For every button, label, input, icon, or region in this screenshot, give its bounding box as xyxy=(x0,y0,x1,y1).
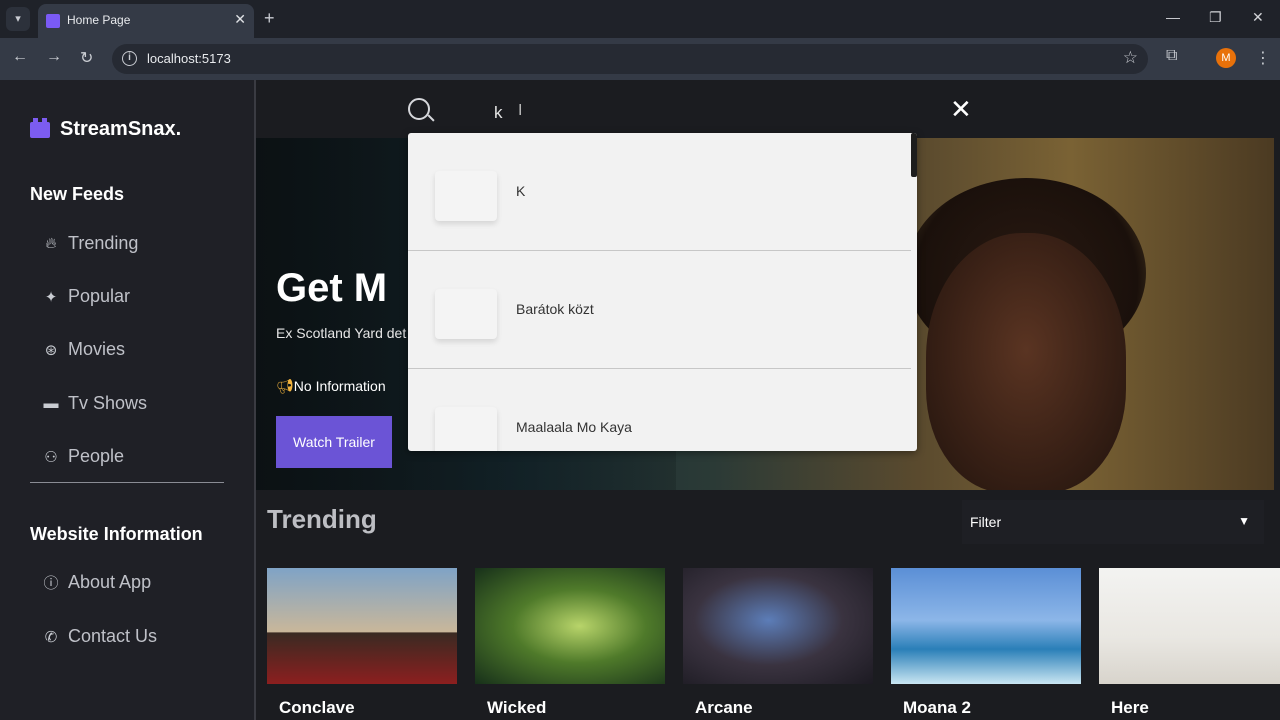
back-arrow-icon[interactable]: ← xyxy=(12,48,28,66)
result-title: Barátok közt xyxy=(516,301,594,317)
movie-title: Wicked xyxy=(487,698,547,717)
minimize-icon[interactable]: — xyxy=(1166,9,1180,25)
tab-search-chevron-icon[interactable]: ▾ xyxy=(6,7,30,31)
profile-avatar[interactable]: M xyxy=(1216,48,1236,68)
site-info-icon[interactable]: i xyxy=(122,51,137,66)
extensions-puzzle-icon[interactable]: ⧉ xyxy=(1166,47,1177,65)
bookmark-star-icon[interactable]: ☆ xyxy=(1123,48,1138,68)
results-scrollbar[interactable] xyxy=(911,133,917,177)
result-thumbnail xyxy=(435,171,497,221)
sidebar-item-label: Contact Us xyxy=(68,626,158,646)
sidebar-item-people[interactable]: ⚇ People xyxy=(40,446,124,467)
megaphone-icon: 📢︎ xyxy=(276,378,294,394)
movie-card[interactable]: Here xyxy=(1099,568,1280,720)
movie-card[interactable]: Moana 2 xyxy=(891,568,1081,720)
sidebar-item-tv-shows[interactable]: ▬ Tv Shows xyxy=(40,393,148,414)
browser-menu-icon[interactable]: ⋮ xyxy=(1255,48,1271,68)
phone-icon: ✆ xyxy=(44,628,58,646)
movie-title: Here xyxy=(1111,698,1149,717)
search-input[interactable] xyxy=(494,100,914,126)
browser-address-bar: ← → ↻ i localhost:5173 ☆ ⧉ M ⋮ xyxy=(0,38,1280,80)
sidebar-item-label: People xyxy=(68,446,125,466)
new-tab-plus-icon[interactable]: + xyxy=(264,8,275,29)
search-results-dropdown[interactable]: K Barátok közt Maalaala Mo Kaya xyxy=(408,133,917,451)
result-thumbnail xyxy=(435,407,497,451)
url-text: localhost:5173 xyxy=(147,51,231,66)
movie-card[interactable]: Arcane xyxy=(683,568,873,720)
movie-poster xyxy=(1099,568,1280,684)
sidebar-item-label: Movies xyxy=(68,339,126,359)
sidebar-item-contact-us[interactable]: ✆ Contact Us xyxy=(40,626,157,647)
tv-logo-icon xyxy=(30,117,50,138)
close-search-icon[interactable]: ✕ xyxy=(950,94,972,125)
movie-poster xyxy=(475,568,665,684)
hero-face-image xyxy=(926,233,1126,490)
favicon-icon xyxy=(46,14,60,28)
search-result-item[interactable]: Maalaala Mo Kaya xyxy=(408,369,911,451)
dropdown-arrow-icon: ▼ xyxy=(1238,514,1250,528)
logo-text: StreamSnax. xyxy=(60,118,182,140)
trending-section-title: Trending xyxy=(267,504,377,534)
sidebar-item-movies[interactable]: ⊛ Movies xyxy=(40,339,125,360)
main-content: Get M Ex Scotland Yard det work missing … xyxy=(256,80,1280,720)
hero-info: 📢︎No Information xyxy=(276,378,386,395)
flame-icon: 🔥︎ xyxy=(45,235,57,252)
sidebar-item-about-app[interactable]: ⓘ About App xyxy=(40,572,151,593)
text-cursor-icon: I xyxy=(518,102,523,119)
search-icon[interactable] xyxy=(408,98,430,120)
search-result-item[interactable]: Barátok közt xyxy=(408,251,911,369)
movie-title: Arcane xyxy=(695,698,753,717)
section-title-website-information: Website Information xyxy=(30,524,203,544)
people-icon: ⚇ xyxy=(44,448,58,466)
sidebar: StreamSnax. New Feeds 🔥︎ Trending ✦ Popu… xyxy=(0,80,256,720)
tab-title: Home Page xyxy=(67,13,131,27)
tab-close-icon[interactable]: ✕ xyxy=(234,11,246,28)
sidebar-divider xyxy=(30,482,224,483)
hero-title: Get M xyxy=(276,266,388,310)
filter-select[interactable]: Filter ▼ xyxy=(962,500,1264,544)
movie-title: Moana 2 xyxy=(903,698,972,717)
forward-arrow-icon[interactable]: → xyxy=(46,48,62,66)
sidebar-item-popular[interactable]: ✦ Popular xyxy=(40,286,130,307)
movie-poster xyxy=(267,568,457,684)
movie-poster xyxy=(683,568,873,684)
restore-icon[interactable]: ❐ xyxy=(1209,9,1222,26)
sidebar-item-trending[interactable]: 🔥︎ Trending xyxy=(40,233,138,254)
browser-tab-bar: ▾ Home Page ✕ + — ❐ ✕ xyxy=(0,0,1280,38)
sidebar-item-label: Tv Shows xyxy=(68,393,148,413)
sidebar-item-label: Popular xyxy=(68,286,131,306)
section-title-new-feeds: New Feeds xyxy=(30,184,125,204)
film-reel-icon: ⊛ xyxy=(44,341,58,359)
url-omnibox[interactable]: i localhost:5173 ☆ xyxy=(112,44,1148,74)
movie-poster xyxy=(891,568,1081,684)
filter-label: Filter xyxy=(970,514,1002,530)
watch-trailer-button[interactable]: Watch Trailer xyxy=(276,416,392,468)
info-icon: ⓘ xyxy=(43,575,59,592)
result-title: Maalaala Mo Kaya xyxy=(516,419,632,435)
search-result-item[interactable]: K xyxy=(408,133,911,251)
logo[interactable]: StreamSnax. xyxy=(30,117,182,141)
browser-tab-home[interactable]: Home Page ✕ xyxy=(38,4,254,38)
reload-icon[interactable]: ↻ xyxy=(80,48,93,68)
movie-card[interactable]: Wicked xyxy=(475,568,665,720)
hero-info-text: No Information xyxy=(293,378,386,394)
movie-title: Conclave xyxy=(279,698,355,717)
movie-card[interactable]: Conclave xyxy=(267,568,457,720)
sparkle-icon: ✦ xyxy=(44,288,58,306)
result-title: K xyxy=(516,183,526,199)
tv-icon: ▬ xyxy=(43,395,59,412)
result-thumbnail xyxy=(435,289,497,339)
sidebar-item-label: Trending xyxy=(68,233,139,253)
window-close-icon[interactable]: ✕ xyxy=(1252,9,1264,26)
sidebar-item-label: About App xyxy=(68,572,152,592)
